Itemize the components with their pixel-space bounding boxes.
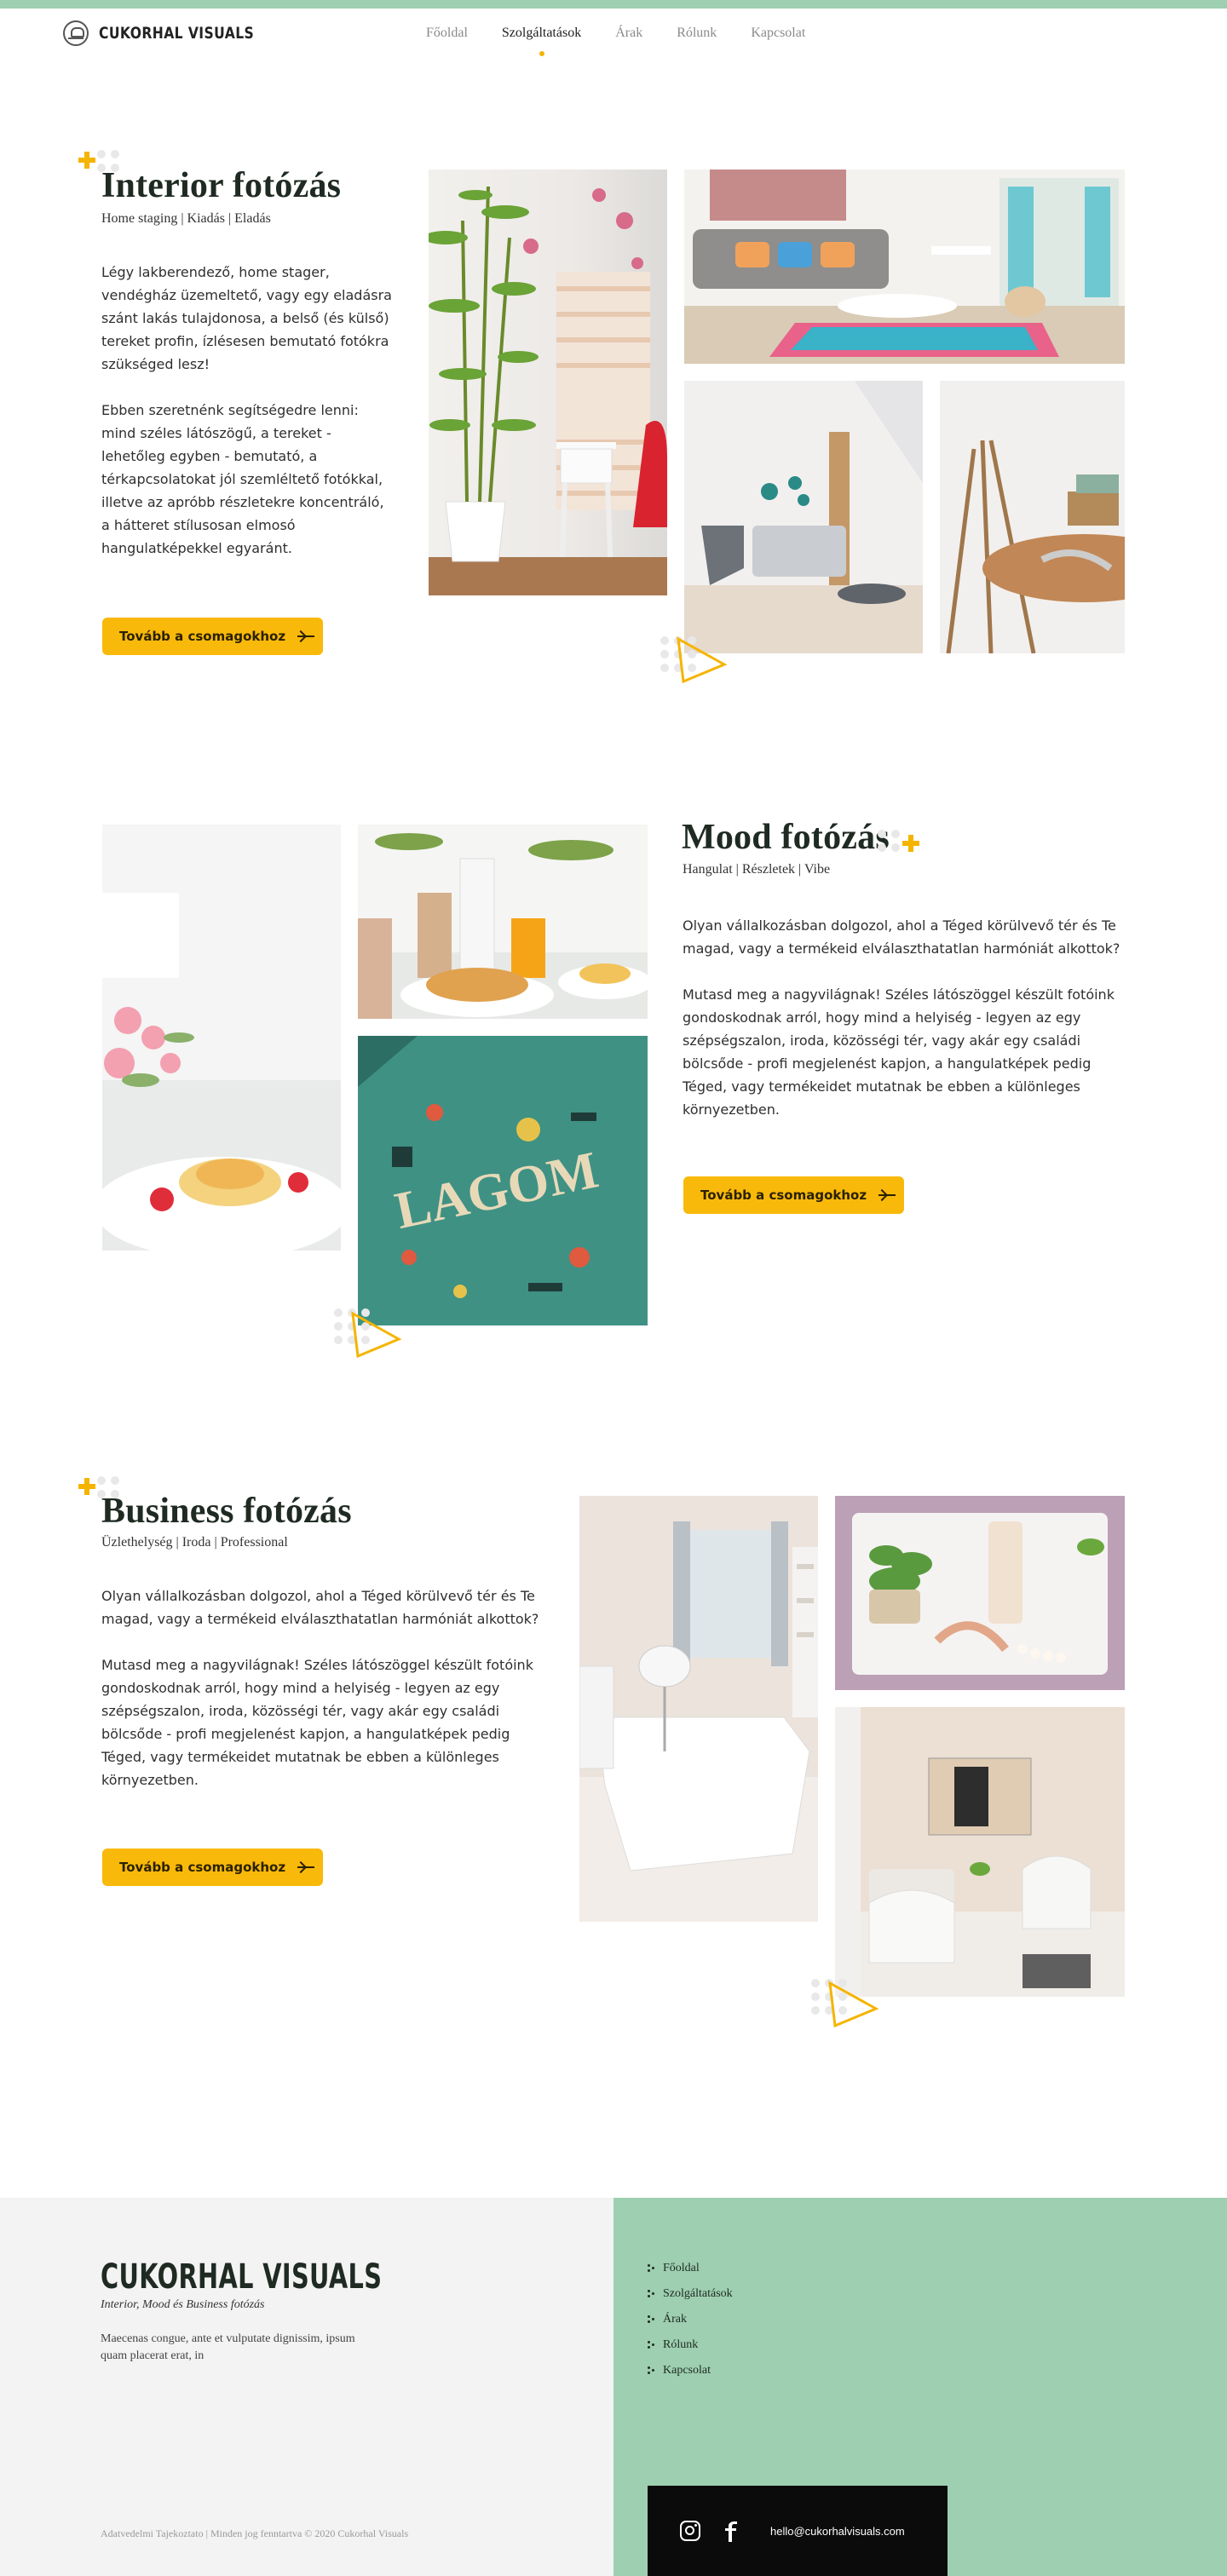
body-paragraph: Légy lakberendező, home stager, vendéghá… (101, 264, 392, 372)
section-body: Olyan vállalkozásban dolgozol, ahol a Té… (101, 1584, 544, 1814)
footer-tagline: Interior, Mood és Business fotózás (101, 2298, 265, 2311)
footer-link-fooldal[interactable]: Főoldal (648, 2256, 733, 2281)
button-label: Tovább a csomagokhoz (119, 1860, 286, 1875)
button-label: Tovább a csomagokhoz (700, 1187, 867, 1203)
footer-description: Maecenas congue, ante et vulputate digni… (101, 2332, 355, 2362)
photo-illustration (102, 825, 341, 1251)
section-interior: Interior fotózás Home staging | Kiadás |… (0, 0, 1227, 767)
social-bar: hello@cukorhalvisuals.com (648, 2486, 948, 2576)
photo-cake-plate (102, 825, 341, 1251)
photo-illustration (835, 1496, 1125, 1690)
instagram-icon[interactable] (680, 2521, 700, 2541)
body-paragraph: Olyan vállalkozásban dolgozol, ahol a Té… (683, 917, 1120, 957)
photo-lagom-book: LAGOM (358, 1036, 648, 1325)
photo-illustration (579, 1496, 818, 1922)
photo-illustration (684, 170, 1125, 364)
footer-link-kapcsolat[interactable]: Kapcsolat (648, 2358, 733, 2383)
footer-link-label: Rólunk (663, 2338, 699, 2351)
facebook-icon[interactable] (724, 2520, 738, 2542)
section-business: Business fotózás Üzlethelység | Iroda | … (0, 1414, 1227, 2198)
photo-salon-lounge (835, 1707, 1125, 1997)
plus-decoration-icon (78, 1478, 95, 1495)
bullet-icon (648, 2290, 654, 2298)
body-paragraph: Mutasd meg a nagyvilágnak! Széles látósz… (101, 1657, 533, 1788)
footer-links-panel: Főoldal Szolgáltatások Árak Rólunk Kapcs… (614, 2198, 1227, 2576)
arrow-right-icon (878, 1190, 896, 1200)
photo-living-room (684, 170, 1125, 364)
body-paragraph: Olyan vállalkozásban dolgozol, ahol a Té… (101, 1588, 539, 1627)
section-body: Olyan vállalkozásban dolgozol, ahol a Té… (683, 914, 1126, 1144)
footer-link-label: Szolgáltatások (663, 2287, 733, 2300)
section-title: Mood fotózás (682, 818, 890, 857)
bullet-icon (648, 2315, 654, 2324)
section-title: Interior fotózás (101, 166, 342, 205)
section-title: Business fotózás (101, 1492, 352, 1531)
triangle-decoration-icon (677, 636, 728, 684)
footer-info: CUKORHAL VISUALS Interior, Mood és Busin… (0, 2198, 614, 2576)
footer-legal[interactable]: Adatvedelmi Tajekoztato | Minden jog fen… (101, 2527, 408, 2540)
plus-decoration-icon (902, 835, 919, 852)
photo-illustration (684, 381, 923, 653)
footer-link-label: Főoldal (663, 2262, 700, 2274)
photo-illustration: LAGOM (358, 1036, 648, 1325)
photo-breakfast (358, 825, 648, 1019)
bullet-icon (648, 2264, 654, 2273)
bullet-icon (648, 2366, 654, 2375)
photo-illustration (835, 1707, 1125, 1997)
arrow-right-icon (297, 631, 314, 641)
photo-easel (940, 381, 1125, 653)
footer-link-szolgaltatasok[interactable]: Szolgáltatások (648, 2281, 733, 2307)
section-body: Légy lakberendező, home stager, vendéghá… (101, 261, 395, 583)
plus-decoration-icon (78, 152, 95, 169)
footer-link-label: Kapcsolat (663, 2364, 711, 2377)
footer-link-rolunk[interactable]: Rólunk (648, 2332, 733, 2358)
button-label: Tovább a csomagokhoz (119, 629, 286, 644)
footer-brand[interactable]: CUKORHAL VISUALS (101, 2257, 382, 2297)
arrow-right-icon (297, 1862, 314, 1872)
photo-illustration (358, 825, 648, 1019)
email-link[interactable]: hello@cukorhalvisuals.com (770, 2525, 905, 2538)
photo-beauty-products (835, 1496, 1125, 1690)
packages-button[interactable]: Tovább a csomagokhoz (683, 1176, 904, 1214)
photo-plant-nightstand (429, 170, 667, 595)
body-paragraph: Mutasd meg a nagyvilágnak! Széles látósz… (683, 986, 1115, 1118)
photo-illustration (940, 381, 1125, 653)
packages-button[interactable]: Tovább a csomagokhoz (102, 1849, 323, 1886)
section-subtitle: Home staging | Kiadás | Eladás (101, 211, 271, 226)
body-paragraph: Ebben szeretnénk segítségedre lenni: min… (101, 402, 384, 556)
triangle-decoration-icon (351, 1311, 402, 1359)
footer-link-arak[interactable]: Árak (648, 2307, 733, 2332)
section-subtitle: Hangulat | Részletek | Vibe (683, 862, 831, 877)
dots-decoration (878, 830, 900, 852)
triangle-decoration-icon (828, 1981, 879, 2028)
section-mood: LAGOM Mood fotózás Hangulat | Részletek … (0, 767, 1227, 1414)
photo-treatment-room (579, 1496, 818, 1922)
bullet-icon (648, 2341, 654, 2349)
footer-nav: Főoldal Szolgáltatások Árak Rólunk Kapcs… (648, 2256, 733, 2383)
footer-link-label: Árak (663, 2313, 687, 2326)
section-subtitle: Üzlethelység | Iroda | Professional (101, 1535, 288, 1550)
photo-attic-room (684, 381, 923, 653)
packages-button[interactable]: Tovább a csomagokhoz (102, 618, 323, 655)
photo-illustration (429, 186, 667, 595)
